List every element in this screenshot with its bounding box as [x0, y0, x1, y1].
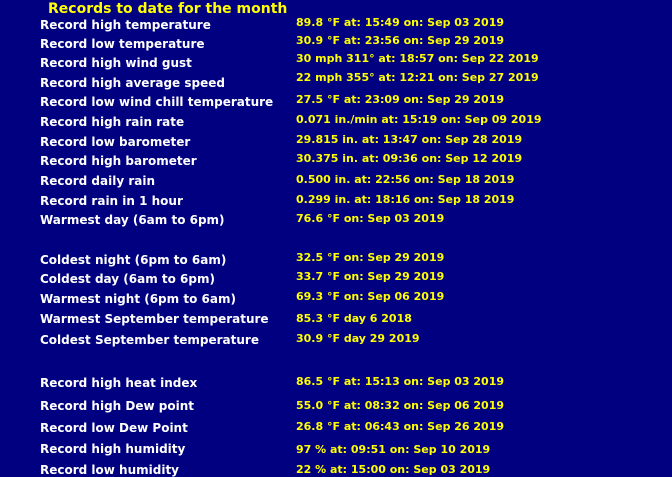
record-value: 89.8 °F at: 15:49 on: Sep 03 2019 [296, 16, 505, 29]
record-value: 86.5 °F at: 15:13 on: Sep 03 2019 [296, 375, 505, 388]
record-label: Record high rain rate [40, 115, 185, 129]
record-value: 30.375 in. at: 09:36 on: Sep 12 2019 [296, 152, 523, 165]
record-value: 0.500 in. at: 22:56 on: Sep 18 2019 [296, 173, 515, 186]
record-label: Warmest day (6am to 6pm) [40, 213, 225, 227]
record-label: Coldest day (6am to 6pm) [40, 272, 215, 286]
record-value: 32.5 °F on: Sep 29 2019 [296, 251, 445, 264]
record-label: Warmest September temperature [40, 312, 269, 326]
record-value: 69.3 °F on: Sep 06 2019 [296, 290, 445, 303]
record-label: Warmest night (6pm to 6am) [40, 292, 236, 306]
record-label: Record daily rain [40, 174, 156, 188]
record-value: 85.3 °F day 6 2018 [296, 312, 412, 325]
record-value: 33.7 °F on: Sep 29 2019 [296, 270, 445, 283]
record-label: Coldest night (6pm to 6am) [40, 253, 227, 267]
record-value: 22 % at: 15:00 on: Sep 03 2019 [296, 463, 491, 476]
record-value: 26.8 °F at: 06:43 on: Sep 26 2019 [296, 420, 505, 433]
record-label: Record high Dew point [40, 399, 194, 413]
record-value: 97 % at: 09:51 on: Sep 10 2019 [296, 443, 491, 456]
record-label: Record high temperature [40, 18, 211, 32]
record-value: 27.5 °F at: 23:09 on: Sep 29 2019 [296, 93, 505, 106]
record-value: 30.9 °F at: 23:56 on: Sep 29 2019 [296, 34, 505, 47]
record-label: Record low wind chill temperature [40, 95, 274, 109]
record-label: Coldest September temperature [40, 333, 259, 347]
record-label: Record high heat index [40, 376, 198, 390]
record-value: 22 mph 355° at: 12:21 on: Sep 27 2019 [296, 71, 539, 84]
record-value: 76.6 °F on: Sep 03 2019 [296, 212, 445, 225]
record-label: Record high humidity [40, 442, 186, 456]
record-label: Record low temperature [40, 37, 205, 51]
record-label: Record low Dew Point [40, 421, 188, 435]
record-value: 55.0 °F at: 08:32 on: Sep 06 2019 [296, 399, 505, 412]
record-value: 29.815 in. at: 13:47 on: Sep 28 2019 [296, 133, 523, 146]
record-value: 0.299 in. at: 18:16 on: Sep 18 2019 [296, 193, 515, 206]
record-value: 0.071 in./min at: 15:19 on: Sep 09 2019 [296, 113, 542, 126]
record-label: Record high average speed [40, 76, 225, 90]
record-label: Record high barometer [40, 154, 197, 168]
record-label: Record low barometer [40, 135, 191, 149]
record-label: Record rain in 1 hour [40, 194, 183, 208]
record-value: 30.9 °F day 29 2019 [296, 332, 420, 345]
record-value: 30 mph 311° at: 18:57 on: Sep 22 2019 [296, 52, 539, 65]
page-title: Records to date for the month [48, 1, 288, 17]
record-label: Record low humidity [40, 463, 180, 477]
record-label: Record high wind gust [40, 56, 192, 70]
